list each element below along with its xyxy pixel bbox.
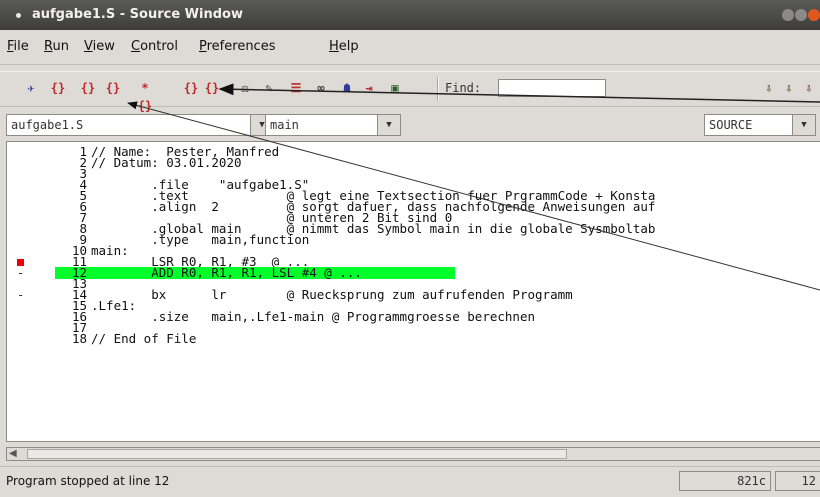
file-select-value: aufgabe1.S <box>11 118 84 132</box>
function-select-value: main <box>270 118 299 132</box>
chevron-down-icon: ▼ <box>377 115 400 135</box>
menu-file-label: ile <box>13 39 29 54</box>
source-code-pane[interactable]: 1// Name: Pester, Manfred 2// Datum: 03.0… <box>6 141 820 442</box>
status-address: 821c <box>679 471 771 491</box>
toolbar: ✈{}{}{} *{}{}{} ⚖ ✎ ☰ ∞ ☗ ⇥ ▣ Find: ⇩ ⇩ ⇩ <box>0 71 820 113</box>
step-icon[interactable]: {} <box>49 79 67 97</box>
function-select[interactable]: main ▼ <box>265 114 401 136</box>
memory-icon[interactable]: ▣ <box>386 79 404 97</box>
window-menu-icon[interactable] <box>16 13 21 18</box>
breakpoint-icon[interactable]: ✎ <box>260 79 278 97</box>
menu-view-mnemonic: V <box>84 39 93 54</box>
menu-help[interactable]: Help <box>329 39 359 54</box>
scrollbar-thumb[interactable] <box>27 449 567 459</box>
run-icon[interactable]: ✈ <box>22 79 40 97</box>
down-frame-icon[interactable]: ⇩ <box>760 79 778 97</box>
menu-preferences[interactable]: Preferences <box>199 39 275 54</box>
maximize-button[interactable] <box>795 9 807 21</box>
window-title: aufgabe1.S - Source Window <box>32 7 243 22</box>
watch-icon[interactable]: ∞ <box>312 79 330 97</box>
menu-control-mnemonic: C <box>131 39 141 54</box>
menu-view[interactable]: View <box>84 39 115 54</box>
selector-bar: aufgabe1.S ▼ main ▼ SOURCE ▼ <box>0 111 820 141</box>
close-button[interactable] <box>808 9 820 21</box>
locals-icon[interactable]: ☗ <box>338 79 356 97</box>
menu-file[interactable]: File <box>7 39 29 54</box>
minimize-button[interactable] <box>782 9 794 21</box>
up-stack-icon[interactable]: ⚖ <box>236 79 254 97</box>
next-icon[interactable]: {} <box>79 79 97 97</box>
menu-help-mnemonic: H <box>329 39 339 54</box>
line-code: // End of File <box>91 331 197 346</box>
finish-icon[interactable]: {} <box>104 79 122 97</box>
file-select[interactable]: aufgabe1.S ▼ <box>6 114 274 136</box>
menu-bar: File Run View Control Preferences Help <box>0 30 820 65</box>
menu-control[interactable]: Control <box>131 39 178 54</box>
status-bar: Program stopped at line 12 821c 12 <box>0 466 820 497</box>
menu-preferences-mnemonic: P <box>199 39 207 54</box>
nexti-icon[interactable]: {} <box>203 79 221 97</box>
status-line: 12 <box>775 471 820 491</box>
menu-control-label: ontrol <box>140 39 178 54</box>
title-bar: aufgabe1.S - Source Window <box>0 0 820 30</box>
status-message: Program stopped at line 12 <box>6 474 170 488</box>
continue-icon[interactable]: *{} <box>136 79 154 113</box>
menu-preferences-label: references <box>206 39 276 54</box>
display-mode-select[interactable]: SOURCE ▼ <box>704 114 816 136</box>
up-frame-icon[interactable]: ⇩ <box>780 79 798 97</box>
display-mode-select-value: SOURCE <box>709 118 753 132</box>
source-line[interactable]: 18 // End of File <box>7 331 820 346</box>
horizontal-scrollbar[interactable]: ◀ <box>6 447 820 461</box>
registers-icon[interactable]: ⇥ <box>360 79 378 97</box>
find-label: Find: <box>445 81 482 95</box>
menu-view-label: iew <box>92 39 115 54</box>
stack-icon[interactable]: ☰ <box>287 79 305 97</box>
scroll-left-icon[interactable]: ◀ <box>9 449 17 459</box>
line-number: 18 <box>71 331 87 346</box>
stepi-icon[interactable]: {} <box>182 79 200 97</box>
chevron-down-icon: ▼ <box>792 115 815 135</box>
bottom-frame-icon[interactable]: ⇩ <box>800 79 818 97</box>
toolbar-separator <box>437 77 439 101</box>
menu-help-label: elp <box>338 39 359 54</box>
menu-run-label: un <box>52 39 69 54</box>
find-input[interactable] <box>498 79 606 97</box>
menu-run[interactable]: Run <box>44 39 69 54</box>
